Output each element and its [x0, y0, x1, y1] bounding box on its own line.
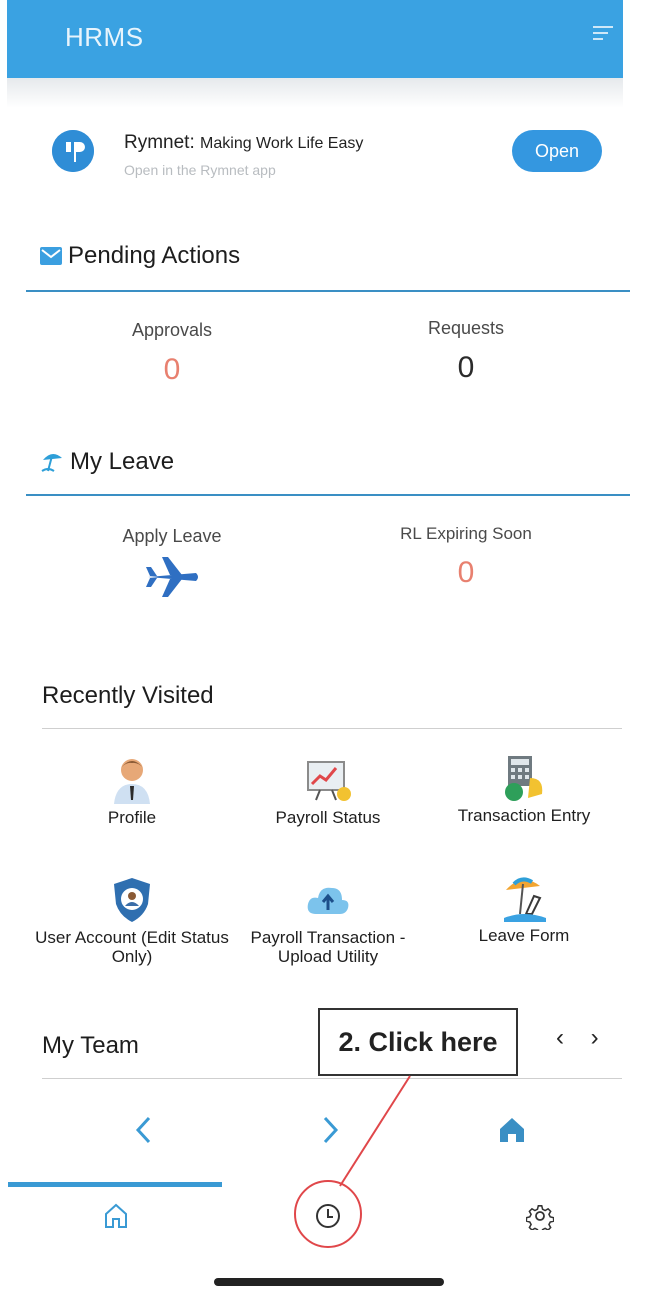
active-tab-indicator [8, 1182, 222, 1187]
gear-icon [526, 1205, 554, 1230]
home-outline-icon [105, 1203, 127, 1228]
nav-forward-button[interactable] [300, 1108, 360, 1152]
callout-circle [294, 1180, 362, 1248]
nav-back-button[interactable] [114, 1108, 174, 1152]
tab-settings[interactable] [510, 1194, 570, 1238]
home-filled-icon [500, 1118, 524, 1142]
tab-home[interactable] [86, 1194, 146, 1238]
chevron-right-icon [323, 1116, 339, 1144]
nav-home-button[interactable] [482, 1108, 542, 1152]
home-indicator-bar [214, 1278, 444, 1286]
callout-pointer-line [339, 1075, 411, 1187]
chevron-left-icon [135, 1116, 151, 1144]
